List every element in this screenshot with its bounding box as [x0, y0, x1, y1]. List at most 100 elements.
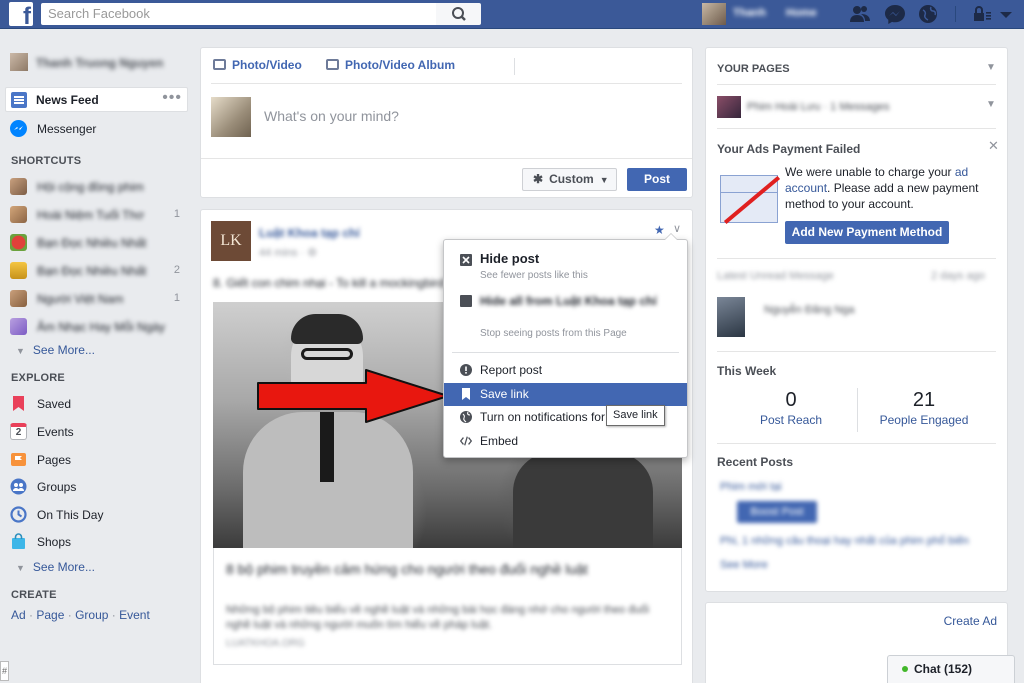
people-engaged-value: 21: [912, 389, 936, 411]
friend-requests-icon[interactable]: [849, 4, 871, 24]
shortcut-thumbnail: [10, 234, 27, 251]
search-icon: [452, 7, 466, 21]
search-input[interactable]: Search Facebook: [41, 3, 436, 25]
recent-post-link[interactable]: Phi, 1 những câu thoại hay nhất của phim…: [720, 535, 969, 547]
sidebar-item-label: News Feed: [36, 93, 99, 107]
user-avatar[interactable]: [702, 3, 726, 25]
page-avatar[interactable]: LK: [211, 221, 251, 261]
audience-selector[interactable]: ✱ Custom ▼: [522, 168, 617, 191]
explore-header: EXPLORE: [11, 372, 65, 384]
menu-item-embed[interactable]: Embed: [444, 430, 687, 453]
avatar: [10, 53, 28, 71]
create-event-link[interactable]: Event: [119, 608, 150, 622]
avatar[interactable]: [717, 297, 745, 337]
search-button[interactable]: [436, 3, 481, 25]
post-reach-value: 0: [785, 389, 797, 411]
chevron-down-icon[interactable]: ▼: [986, 99, 996, 110]
sidebar-item-events[interactable]: 2 Events: [10, 421, 190, 441]
shortcut-thumbnail: [10, 178, 27, 195]
recent-post-link[interactable]: Phim mới tại: [720, 481, 782, 493]
divider: [201, 158, 692, 159]
status-input[interactable]: What's on your mind?: [264, 108, 399, 124]
clock-icon: [10, 506, 27, 523]
page-name-link[interactable]: Phim Hoài Lưu · 1 Messages: [747, 101, 889, 113]
menu-item-hide-all[interactable]: Hide all from Luật Khoa tạp chí Stop see…: [444, 293, 687, 343]
profile-link[interactable]: Thanh: [733, 7, 766, 19]
sidebar-item-news-feed[interactable]: News Feed •••: [5, 87, 188, 112]
recent-posts-title: Recent Posts: [717, 455, 794, 469]
sidebar-item-groups[interactable]: Groups: [10, 476, 190, 496]
more-options-icon[interactable]: •••: [162, 89, 182, 107]
sidebar-item-shortcut[interactable]: Hội cộng đồng phim: [10, 176, 190, 196]
sidebar-item-shops[interactable]: Shops: [10, 531, 190, 551]
messages-icon[interactable]: [884, 4, 906, 24]
link-preview[interactable]: 8 bộ phim truyền cảm hứng cho người theo…: [213, 548, 682, 665]
boost-post-button[interactable]: Boost Post: [737, 501, 817, 523]
create-page-link[interactable]: Page: [36, 608, 64, 622]
divider: [514, 58, 515, 75]
page-name-link[interactable]: Luật Khoa tạp chí: [259, 226, 360, 240]
sidebar-item-shortcut[interactable]: Người Việt Nam 1: [10, 288, 190, 308]
shortcuts-header: SHORTCUTS: [11, 155, 82, 167]
chevron-down-icon: ▼: [599, 175, 609, 185]
sidebar-item-on-this-day[interactable]: On This Day: [10, 504, 190, 524]
ads-payment-message: We were unable to charge your ad account…: [785, 165, 979, 211]
sidebar-item-shortcut[interactable]: Âm Nhạc Hay Mỗi Ngày: [10, 316, 190, 336]
notifications-icon[interactable]: [917, 4, 939, 24]
post-text: 8. Giết con chim nhại - To kill a mockin…: [213, 276, 445, 290]
divider: [717, 128, 996, 129]
divider: [857, 388, 858, 432]
sidebar-item-pages[interactable]: Pages: [10, 449, 190, 469]
red-arrow-annotation: [257, 369, 449, 423]
menu-item-report-post[interactable]: Report post: [444, 359, 687, 382]
create-group-link[interactable]: Group: [75, 608, 108, 622]
post-reach-link[interactable]: Post Reach: [746, 413, 836, 427]
menu-item-hide-post[interactable]: Hide post See fewer posts like this: [444, 251, 687, 287]
post-button[interactable]: Post: [627, 168, 687, 191]
album-icon: [326, 59, 339, 70]
chat-tab[interactable]: Chat (152): [887, 655, 1015, 683]
groups-icon: [10, 478, 27, 495]
bookmark-icon: [462, 388, 470, 400]
create-ad-link[interactable]: Ad: [11, 608, 26, 622]
online-status-icon: [902, 666, 908, 672]
divider: [717, 443, 996, 444]
menu-item-save-link[interactable]: Save link: [444, 383, 687, 406]
chevron-down-icon[interactable]: ▼: [986, 62, 996, 73]
shortcut-thumbnail: [10, 206, 27, 223]
sidebar-item-shortcut[interactable]: Bạn Đọc Nhiều Nhất 2: [10, 260, 190, 280]
trophy-icon: [10, 262, 27, 279]
sidebar-item-messenger[interactable]: Messenger: [10, 118, 190, 138]
see-more-shortcuts[interactable]: ▼ See More...: [16, 343, 95, 357]
message-sender[interactable]: Nguyễn Đăng Nga: [764, 304, 855, 316]
sidebar-item-saved[interactable]: Saved: [10, 393, 190, 413]
tab-photo-album[interactable]: Photo/Video Album: [326, 58, 455, 72]
account-menu-icon[interactable]: [995, 4, 1017, 24]
divider: [452, 352, 679, 353]
payment-failed-illustration: [720, 175, 781, 225]
add-payment-method-button[interactable]: Add New Payment Method: [785, 221, 949, 244]
your-pages-header: YOUR PAGES: [717, 63, 790, 75]
privacy-shortcuts-icon[interactable]: [971, 4, 993, 24]
news-feed-icon: [11, 92, 27, 108]
see-more-link[interactable]: See More: [720, 559, 768, 571]
chevron-down-icon: ▼: [16, 346, 25, 356]
link-source: LUATKHOA.ORG: [226, 638, 305, 649]
link-title: 8 bộ phim truyền cảm hứng cho người theo…: [226, 561, 588, 577]
sidebar-item-shortcut[interactable]: Hoài Niệm Tuổi Thơ 1: [10, 204, 190, 224]
tab-photo-video[interactable]: Photo/Video: [213, 58, 302, 72]
create-ad-link[interactable]: Create Ad: [944, 614, 997, 628]
latest-message-time: 2 days ago: [931, 270, 985, 282]
see-more-explore[interactable]: ▼ See More...: [16, 560, 95, 574]
close-icon[interactable]: ✕: [988, 138, 999, 154]
post-timestamp[interactable]: 44 mins · ⚙: [259, 246, 317, 259]
people-engaged-link[interactable]: People Engaged: [869, 413, 979, 427]
sidebar-item-shortcut[interactable]: Bạn Đọc Nhiều Nhất: [10, 232, 190, 252]
hide-all-icon: [460, 295, 472, 307]
home-link[interactable]: Home: [786, 7, 817, 19]
report-icon: [460, 364, 472, 376]
facebook-logo[interactable]: f: [9, 2, 33, 26]
page-avatar[interactable]: [717, 96, 741, 118]
messenger-icon: [10, 120, 27, 137]
gear-icon: ✱: [533, 172, 544, 186]
